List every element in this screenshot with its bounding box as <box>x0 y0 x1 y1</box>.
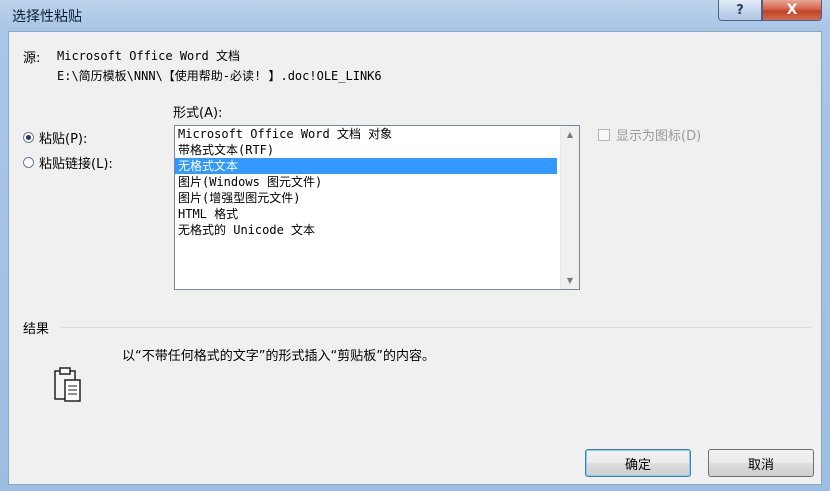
checkbox-box[interactable] <box>598 128 610 141</box>
format-item[interactable]: 带格式文本(RTF) <box>175 142 557 158</box>
format-item[interactable]: 无格式的 Unicode 文本 <box>175 222 557 238</box>
scroll-down-arrow-icon[interactable]: ▼ <box>561 272 579 289</box>
dialog-body: 源: Microsoft Office Word 文档 E:\简历模板\NNN\… <box>8 31 822 485</box>
format-item[interactable]: Microsoft Office Word 文档 对象 <box>175 126 557 142</box>
paste-link-radio-label: 粘贴链接(L): <box>39 157 113 172</box>
paste-link-radio-indicator[interactable] <box>23 157 34 168</box>
format-item[interactable]: 图片(增强型图元文件) <box>175 190 557 206</box>
paste-link-radio[interactable]: 粘贴链接(L): <box>23 153 113 172</box>
source-label: 源: <box>23 51 41 66</box>
result-description: 以“不带任何格式的文字”的形式插入“剪贴板”的内容。 <box>122 349 435 364</box>
format-label: 形式(A): <box>173 106 223 121</box>
cancel-button[interactable]: 取消 <box>708 449 814 477</box>
format-item[interactable]: 图片(Windows 图元文件) <box>175 174 557 190</box>
title-bar[interactable]: 选择性粘贴 ? X <box>0 0 830 31</box>
paste-radio-indicator[interactable] <box>23 132 34 143</box>
format-item[interactable]: HTML 格式 <box>175 206 557 222</box>
format-item-selected[interactable]: 无格式文本 <box>175 158 557 174</box>
show-as-icon-label: 显示为图标(D) <box>616 129 702 144</box>
help-button[interactable]: ? <box>718 0 762 21</box>
scroll-up-arrow-icon[interactable]: ▲ <box>561 126 579 143</box>
radio-dot <box>26 135 31 140</box>
result-label: 结果 <box>23 322 50 337</box>
close-button[interactable]: X <box>762 0 822 21</box>
window-title: 选择性粘贴 <box>12 9 82 25</box>
listbox-scrollbar[interactable]: ▲ ▼ <box>560 126 579 289</box>
paste-radio[interactable]: 粘贴(P): <box>23 128 87 147</box>
source-path: E:\简历模板\NNN\【使用帮助-必读! 】.doc!OLE_LINK6 <box>57 69 382 83</box>
help-icon: ? <box>736 2 744 18</box>
clipboard-icon <box>54 367 81 402</box>
paste-special-dialog: 选择性粘贴 ? X 源: Microsoft Office Word 文档 E:… <box>0 0 830 491</box>
format-listbox[interactable]: Microsoft Office Word 文档 对象 带格式文本(RTF) 无… <box>174 125 580 290</box>
source-name: Microsoft Office Word 文档 <box>57 49 240 63</box>
close-icon: X <box>786 2 798 18</box>
ok-button[interactable]: 确定 <box>585 449 691 477</box>
result-divider <box>61 327 811 328</box>
show-as-icon-checkbox[interactable]: 显示为图标(D) <box>598 125 701 144</box>
paste-radio-label: 粘贴(P): <box>39 132 88 147</box>
